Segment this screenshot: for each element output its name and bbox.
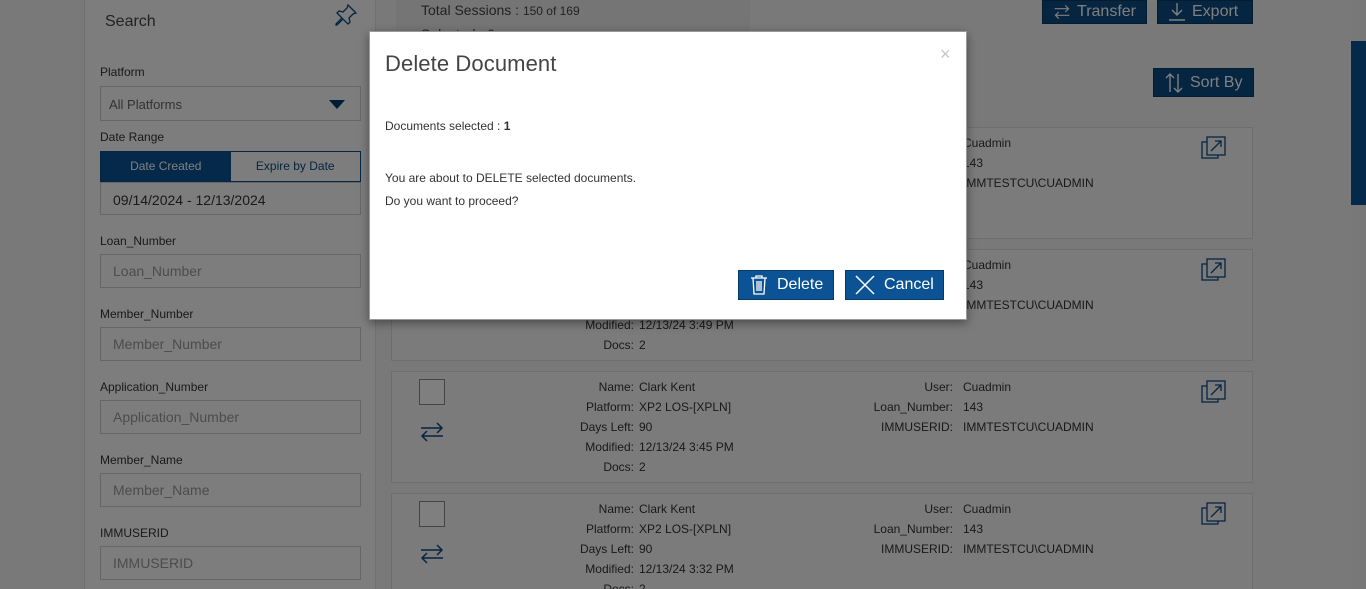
documents-selected-label: Documents selected : <box>385 119 504 133</box>
delete-button[interactable]: Delete <box>738 270 834 300</box>
proceed-question: Do you want to proceed? <box>385 194 519 208</box>
delete-label: Delete <box>777 276 824 293</box>
documents-selected-line: Documents selected : 1 <box>385 119 510 133</box>
cancel-button[interactable]: Cancel <box>845 270 944 300</box>
close-icon[interactable]: × <box>940 44 951 65</box>
delete-warning: You are about to DELETE selected documen… <box>385 171 637 185</box>
delete-document-dialog: Delete Document × Documents selected : 1… <box>369 31 967 320</box>
close-x-icon <box>855 275 875 295</box>
cancel-label: Cancel <box>884 276 934 293</box>
documents-selected-count: 1 <box>503 119 511 133</box>
trash-icon <box>751 275 767 295</box>
dialog-title: Delete Document <box>385 51 557 76</box>
